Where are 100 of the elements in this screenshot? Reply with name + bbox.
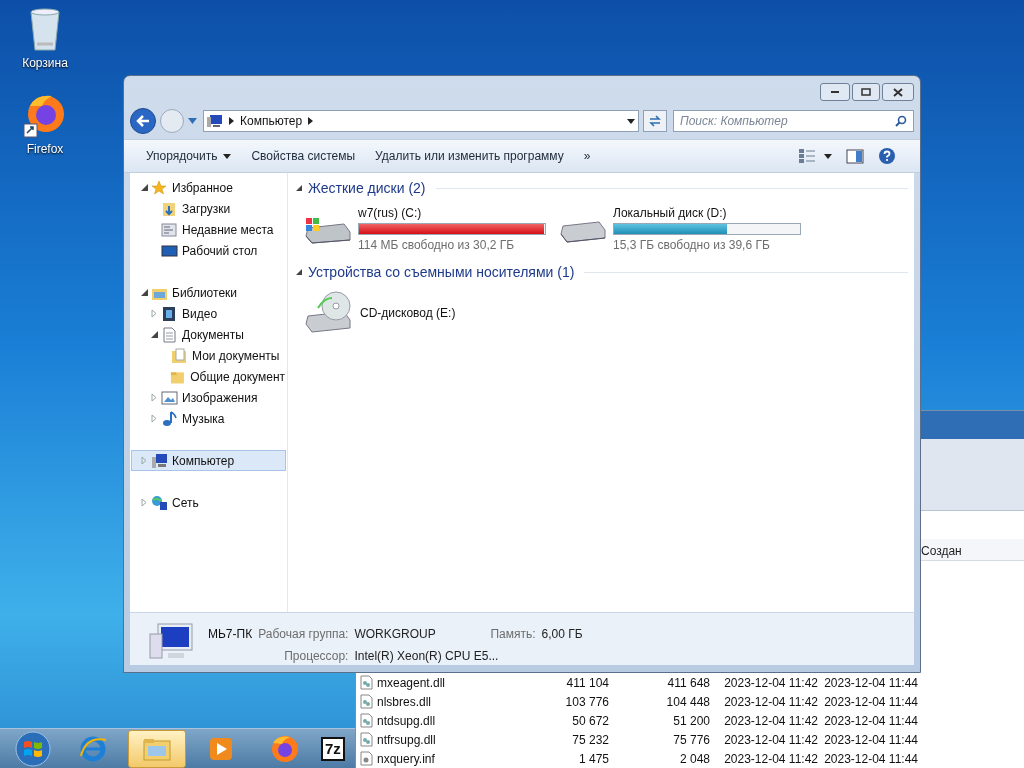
nav-item[interactable]: Видео (131, 303, 286, 324)
field-value: 6,00 ГБ (541, 626, 583, 643)
desktop-icon-label[interactable]: Firefox (26, 140, 64, 158)
column-header[interactable]: Создан (921, 542, 962, 560)
table-cell-text: 2023-12-04 11:44 (823, 693, 919, 711)
table-cell-text: 75 232 (571, 731, 609, 749)
expanded-arrow-icon (296, 269, 302, 275)
back-arrow-icon (136, 115, 150, 127)
collapsed-arrow-icon[interactable] (141, 498, 147, 507)
breadcrumb-arrow-icon[interactable] (308, 117, 314, 125)
dll-file-icon (360, 732, 373, 747)
expanded-arrow-icon[interactable] (151, 331, 158, 338)
toolbar-button[interactable]: Свойства системы (243, 144, 364, 168)
preview-pane-icon[interactable] (846, 148, 864, 164)
desktop-icon-label[interactable]: Корзина (22, 54, 68, 72)
film-icon (161, 305, 178, 322)
table-cell-text: nlsbres.dll (377, 693, 432, 711)
table-cell-text: 51 200 (672, 712, 710, 730)
taskbar-button[interactable] (128, 729, 186, 768)
table-cell-text: 2023-12-04 11:44 (823, 712, 919, 730)
field-label: Процессор: (283, 648, 349, 665)
nav-item[interactable]: Мои документы (131, 345, 286, 366)
taskbar-button[interactable]: 7z (320, 729, 350, 768)
table-cell-text: 2023-12-04 11:44 (823, 674, 919, 692)
maximize-icon (861, 88, 871, 96)
collapsed-arrow-icon[interactable] (151, 414, 157, 423)
toolbar-button[interactable]: Упорядочить (138, 144, 240, 168)
nav-item[interactable]: Компьютер (131, 450, 286, 471)
nav-item[interactable]: Сеть (131, 492, 286, 513)
expanded-arrow-icon (296, 185, 302, 191)
nav-item[interactable]: Общие документ (131, 366, 286, 387)
network-icon (151, 494, 168, 511)
drive-tile[interactable]: CD-дисковод (E:) (304, 288, 549, 338)
computer-icon (207, 114, 223, 128)
table-cell-text: 103 776 (564, 693, 609, 711)
table-cell-text: 411 104 (565, 674, 609, 692)
drive-tile[interactable]: Локальный диск (D:) 15,3 ГБ свободно из 39,6 ГБ (559, 204, 804, 254)
collapsed-arrow-icon[interactable] (151, 309, 157, 318)
cd-drive-icon (304, 290, 354, 336)
table-cell-text: 2023-12-04 11:44 (823, 750, 919, 768)
table-cell-text: mxeagent.dll (377, 674, 446, 692)
drive-tile[interactable]: w7(rus) (C:) 114 МБ свободно из 30,2 ГБ (304, 204, 549, 254)
table-cell-text: nxquery.inf (377, 750, 435, 768)
back-button[interactable] (130, 108, 156, 134)
pictures-icon (161, 389, 178, 406)
nav-item[interactable]: Библиотеки (131, 282, 286, 303)
refresh-icon (648, 115, 662, 127)
dll-file-icon (360, 713, 373, 728)
group-header[interactable]: Жесткие диски (2) (296, 177, 426, 199)
collapsed-arrow-icon[interactable] (151, 393, 157, 402)
table-cell-text: 2 048 (678, 750, 710, 768)
group-header[interactable]: Устройства со съемными носителями (1) (296, 261, 575, 283)
archive-app-logo: 7z (321, 736, 345, 761)
computer-name: МЬ7-ПК (208, 626, 253, 643)
search-field[interactable]: Поиск: Компьютер (673, 110, 914, 132)
nav-item[interactable]: Музыка (131, 408, 286, 429)
download-folder-icon (161, 200, 178, 217)
address-bar[interactable]: Компьютер (203, 110, 639, 132)
breadcrumb-link[interactable]: Компьютер (240, 112, 303, 130)
close-button[interactable] (882, 83, 914, 101)
dropdown-arrow-icon[interactable] (824, 153, 832, 159)
search-input[interactable]: Поиск: Компьютер (680, 112, 895, 130)
table-cell-text: 2023-12-04 11:42 (723, 731, 819, 749)
computer-icon (148, 622, 194, 662)
help-icon[interactable] (878, 147, 896, 165)
document-icon (161, 326, 178, 343)
refresh-button[interactable] (643, 110, 667, 132)
dropdown-arrow-icon[interactable] (627, 118, 635, 124)
nav-item[interactable]: Изображения (131, 387, 286, 408)
table-cell-text: 2023-12-04 11:42 (723, 674, 819, 692)
view-options-icon[interactable] (798, 148, 816, 164)
table-cell-text: ntfrsupg.dll (377, 731, 436, 749)
nav-item[interactable]: Документы (131, 324, 286, 345)
table-cell-text: 2023-12-04 11:42 (723, 712, 819, 730)
expanded-arrow-icon[interactable] (141, 184, 148, 191)
expanded-arrow-icon[interactable] (141, 289, 148, 296)
toolbar-button[interactable]: Удалить или изменить программу (367, 144, 572, 168)
nav-item[interactable]: Недавние места (131, 219, 286, 240)
minimize-button[interactable] (820, 83, 850, 101)
nav-item[interactable]: Рабочий стол (131, 240, 286, 261)
maximize-button[interactable] (852, 83, 880, 101)
history-dropdown-icon[interactable] (188, 118, 197, 124)
table-cell-text: 411 648 (666, 674, 710, 692)
star-icon (151, 179, 168, 196)
field-value: WORKGROUP (354, 626, 437, 643)
table-cell-text: 2023-12-04 11:44 (823, 731, 919, 749)
nav-item[interactable]: Избранное (131, 177, 286, 198)
table-cell-text: 50 672 (571, 712, 609, 730)
breadcrumb-arrow-icon[interactable] (229, 117, 234, 125)
toolbar-button[interactable]: » (575, 144, 599, 168)
field-value: Intel(R) Xeon(R) CPU E5... (354, 648, 500, 665)
music-note-icon (161, 410, 178, 427)
desktop-icon (161, 242, 178, 259)
field-label: Память: (490, 626, 536, 643)
search-icon[interactable] (895, 115, 907, 127)
nav-item[interactable]: Загрузки (131, 198, 286, 219)
recent-places-icon (161, 221, 178, 238)
dropdown-arrow-icon (223, 153, 232, 159)
firefox-icon[interactable] (270, 733, 300, 764)
table-cell-text: 104 448 (665, 693, 710, 711)
